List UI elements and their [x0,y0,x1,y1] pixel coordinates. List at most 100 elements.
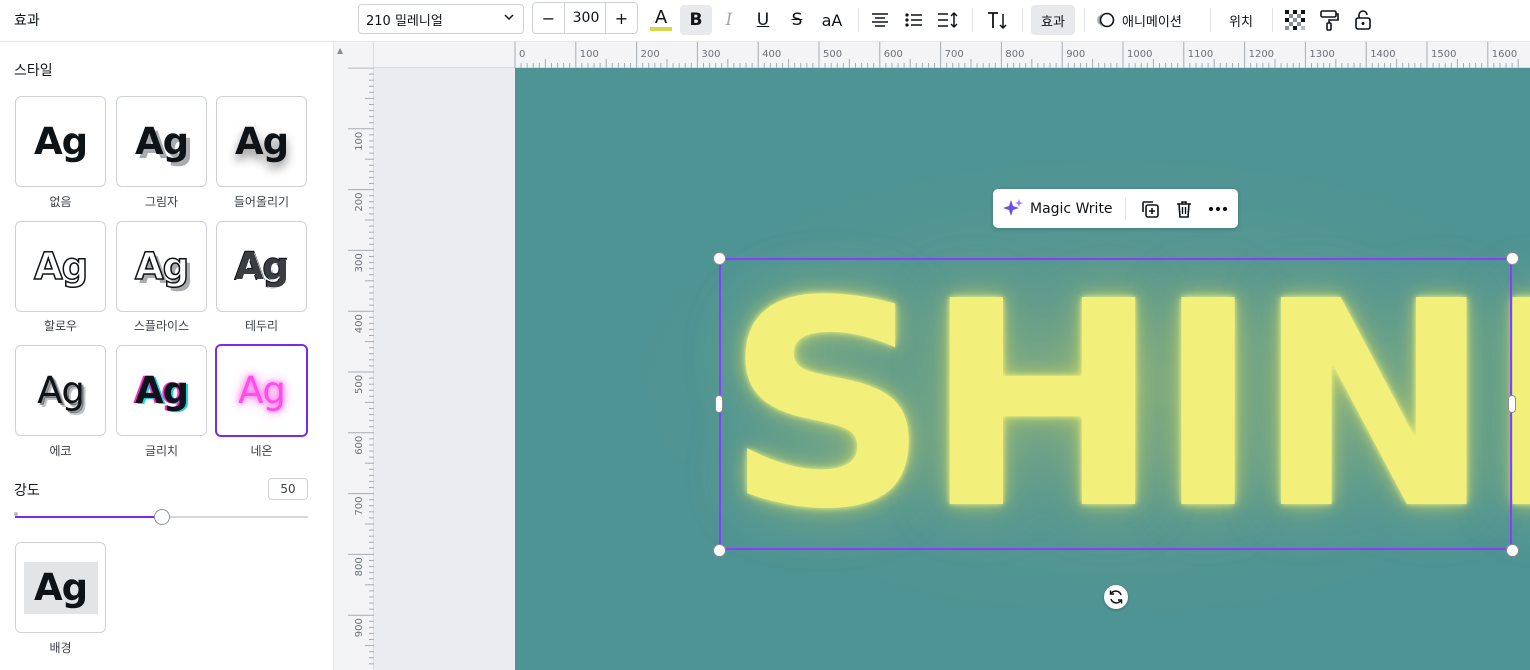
style-preview: Ag [234,120,289,163]
text-toolbar: 210 밀레니얼 − 300 + A B I U S aA 효과 애니메이션 위… [348,0,1530,42]
ruler-label: 600 [354,436,365,455]
resize-handle-top-right[interactable] [1506,252,1519,265]
ruler-ticks: 100 200 300 400 500 600 700 800 900 [348,68,374,665]
style-preview: Ag [134,120,189,163]
toolbar-divider [1022,8,1023,32]
toolbar-divider [972,8,973,32]
resize-handle-bottom-right[interactable] [1506,544,1519,557]
effects-panel: 효과 ▲ 스타일 Ag 없음 Ag 그림자 Ag 들어올리기 Ag 할로우 Ag… [0,0,348,670]
style-outline-tile[interactable]: Ag [216,221,307,312]
design-canvas[interactable]: SHINE [515,68,1530,670]
ruler-label: 200 [641,49,660,60]
magic-write-button[interactable]: Magic Write [1002,197,1113,221]
style-label: 들어올리기 [233,195,290,209]
ruler-label: 900 [354,618,365,637]
resize-handle-top-left[interactable] [713,252,726,265]
style-label: 테두리 [244,319,279,333]
toolbar-divider [858,8,859,32]
ruler-label: 900 [1066,49,1085,60]
panel-header: 효과 [0,0,348,42]
font-family-dropdown[interactable]: 210 밀레니얼 [358,4,524,34]
bold-button[interactable]: B [680,5,712,35]
strikethrough-button[interactable]: S [784,5,810,35]
animation-button[interactable]: 애니메이션 [1096,5,1198,35]
ruler-label: 1000 [1127,49,1152,60]
duplicate-icon[interactable] [1139,198,1161,220]
line-spacing-icon[interactable] [934,5,962,35]
more-options-icon[interactable] [1207,198,1229,220]
resize-handle-bottom-left[interactable] [713,544,726,557]
style-preview: Ag [134,369,189,412]
intensity-input[interactable]: 50 [268,478,308,500]
style-label: 에코 [49,444,72,458]
text-color-glyph: A [654,6,668,28]
panel-title: 효과 [14,13,40,29]
intensity-slider-fill [15,516,162,518]
element-context-toolbar: Magic Write [993,189,1238,228]
ruler-label: 300 [701,49,720,60]
lock-icon[interactable] [1350,5,1376,35]
style-label: 그림자 [144,195,179,209]
style-preview: Ag [33,566,88,609]
style-section-title: 스타일 [14,63,53,79]
style-neon-tile[interactable]: Ag [215,344,308,437]
ruler-label: 400 [762,49,781,60]
ruler-label: 200 [354,193,365,212]
font-size-stepper: − 300 + [532,2,638,34]
ruler-label: 600 [884,49,903,60]
style-none-tile[interactable]: Ag [15,96,106,187]
sparkle-icon [1003,199,1023,216]
transparency-icon[interactable] [1282,5,1308,35]
resize-handle-right[interactable] [1508,395,1516,413]
ruler-label: 1200 [1249,49,1274,60]
resize-handle-left[interactable] [715,395,723,413]
ruler-label: 400 [354,314,365,333]
style-label: 글리치 [144,444,179,458]
ruler-label: 800 [354,557,365,576]
style-hollow-tile[interactable]: Ag [15,221,106,312]
copy-style-icon[interactable] [1316,5,1342,35]
vertical-ruler: 100 200 300 400 500 600 700 800 900 [348,68,374,670]
font-size-input[interactable]: 300 [565,3,607,33]
ruler-label: 1100 [1188,49,1213,60]
decrease-font-size-button[interactable]: − [533,3,565,33]
position-button[interactable]: 위치 [1220,5,1262,35]
background-swatch: Ag [23,561,98,614]
ruler-label: 700 [945,49,964,60]
rotate-icon [1109,590,1123,604]
style-preview: Ag [234,244,290,289]
ruler-corner [348,42,374,68]
animation-label: 애니메이션 [1122,14,1182,30]
list-icon[interactable] [900,5,928,35]
intensity-slider-thumb[interactable] [154,509,170,525]
rotate-handle[interactable] [1104,585,1128,609]
text-direction-icon[interactable] [982,5,1012,35]
trash-icon[interactable] [1173,198,1195,220]
scroll-up-icon[interactable]: ▲ [337,46,343,55]
style-label: 배경 [49,641,72,655]
italic-button[interactable]: I [716,5,742,35]
style-splice-tile[interactable]: Ag [116,221,207,312]
ruler-label: 500 [823,49,842,60]
style-background-tile[interactable]: Ag [15,542,106,633]
underline-button[interactable]: U [750,5,776,35]
style-shadow-tile[interactable]: Ag [116,96,207,187]
ruler-label: 500 [354,375,365,394]
text-color-button[interactable]: A [646,5,676,35]
align-center-icon[interactable] [866,5,894,35]
ruler-label: 100 [580,49,599,60]
panel-scrollbar[interactable]: ▲ [333,42,348,670]
shine-text-element[interactable]: SHINE [725,264,1530,548]
font-family-value: 210 밀레니얼 [366,13,443,29]
effects-button[interactable]: 효과 [1031,5,1075,35]
ruler-label: 700 [354,497,365,516]
style-preview: Ag [238,369,286,412]
style-lift-tile[interactable]: Ag [216,96,307,187]
increase-font-size-button[interactable]: + [605,3,637,33]
intensity-label: 강도 [14,483,40,499]
letter-case-button[interactable]: aA [818,5,846,35]
animation-icon [1097,12,1115,28]
style-glitch-tile[interactable]: Ag [116,345,207,436]
horizontal-ruler: 0 100 200 300 400 500 600 700 800 900 1000 1100 1200… [348,42,1530,68]
style-echo-tile[interactable]: Ag [15,345,106,436]
